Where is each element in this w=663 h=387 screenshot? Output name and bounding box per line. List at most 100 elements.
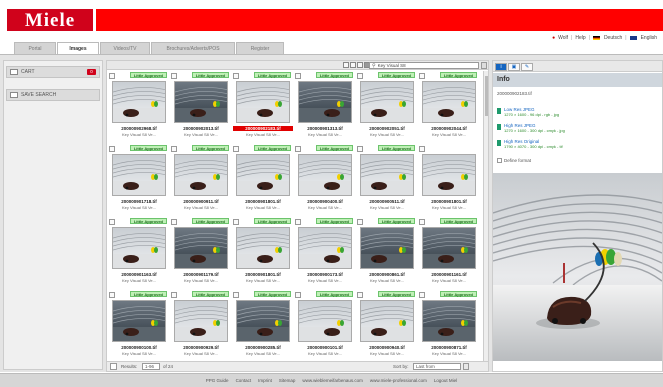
footer-link-site-two[interactable]: www.miele-professional.com [370,378,427,383]
thumbnail-checkbox[interactable] [233,73,239,79]
tab-images[interactable]: Images [57,42,99,54]
thumbnail-item[interactable]: Little Approved 200000902051.tif Key Visua… [357,72,417,142]
footer-link-imprint[interactable]: Imprint [258,378,272,383]
thumbnail-item[interactable]: Little Approved 200000902044.tif Key Visua… [419,72,479,142]
thumbnail-image[interactable] [174,300,228,342]
list-view-icon[interactable] [350,62,356,68]
thumbnail-filename[interactable]: 200000902013.tif [171,126,231,131]
thumbnail-item[interactable]: Little Approved 200000901179.tif Key Visua… [171,218,231,288]
thumbnail-item[interactable]: Little Approved 200000900100.tif Key Visua… [109,291,169,361]
thumbnail-filename[interactable]: 200000901161.tif [419,272,479,277]
thumbnail-item[interactable]: Little Approved 200000901161.tif Key Visua… [419,218,479,288]
thumbnail-image[interactable] [236,154,290,196]
footer-link-logout[interactable]: Logout Miel [434,378,457,383]
thumbnail-item[interactable]: Little Approved 200000901163.tif Key Visua… [109,218,169,288]
thumbnail-checkbox[interactable] [295,219,301,225]
thumbnail-filename[interactable]: 200000900871.tif [419,345,479,350]
thumbnail-image[interactable] [174,227,228,269]
tab-portal[interactable]: Portal [14,42,56,54]
thumbnail-image[interactable] [360,300,414,342]
footer-link-ppg-guide[interactable]: PPG Guide [206,378,229,383]
thumbnail-image[interactable] [422,81,476,123]
thumbnail-image[interactable] [298,81,352,123]
thumbnail-image[interactable] [298,300,352,342]
thumbnail-item[interactable]: 200000901801.tif Key Visual S8 Ve... [419,145,479,215]
tab-videos[interactable]: Videos/TV [100,42,150,54]
detail-view-icon[interactable] [357,62,363,68]
thumbnail-checkbox[interactable] [109,73,115,79]
grid-view-icon[interactable] [343,62,349,68]
search-input[interactable]: ⚲ Key Visual S8 [369,62,479,69]
thumbnail-image[interactable] [298,227,352,269]
thumbnail-item[interactable]: Little Approved 200000902968.tif Key Visua… [109,72,169,142]
thumbnail-filename[interactable]: 200000900861.tif [357,272,417,277]
thumbnail-item[interactable]: Little Approved 200000902013.tif Key Visua… [171,72,231,142]
thumbnail-image[interactable] [112,81,166,123]
thumbnail-item[interactable]: Little Approved 200000900400.tif Key Visua… [295,145,355,215]
thumbnail-filename[interactable]: 200000900911.tif [171,199,231,204]
thumbnail-image[interactable] [236,81,290,123]
thumbnail-item[interactable]: Little Approved 200000902183.tif Key Visua… [233,72,293,142]
thumbnail-filename[interactable]: 200000901179.tif [171,272,231,277]
lang-en-link[interactable]: English [641,35,657,41]
footer-link-contact[interactable]: Contact [236,378,252,383]
thumbnail-item[interactable]: Little Approved 200000900285.tif Key Visua… [233,291,293,361]
thumbnail-filename[interactable]: 200000900400.tif [295,199,355,204]
sort-select[interactable]: Last from [413,363,461,370]
thumbnail-image[interactable] [112,300,166,342]
thumbnail-image[interactable] [360,154,414,196]
thumbnail-filename[interactable]: 200000901801.tif [233,199,293,204]
thumbnail-checkbox[interactable] [171,73,177,79]
save-search-button[interactable]: SAVE SEARCH [6,89,100,101]
thumbnail-filename[interactable]: 200000901801.tif [419,199,479,204]
thumbnail-image[interactable] [422,227,476,269]
thumbnail-checkbox[interactable] [357,219,363,225]
thumbnail-image[interactable] [298,154,352,196]
thumbnail-checkbox[interactable] [171,219,177,225]
cart-button[interactable]: CART 0 [6,66,100,78]
scrollbar-thumb[interactable] [485,76,488,116]
thumbnail-item[interactable]: Little Approved 200000900929.tif Key Visua… [171,291,231,361]
thumbnail-filename[interactable]: 200000902183.tif [233,126,293,131]
results-scrollbar[interactable] [483,71,488,361]
thumbnail-item[interactable]: Little Approved 200000900861.tif Key Visua… [357,218,417,288]
thumbnail-item[interactable]: Little Approved 200000901313.tif Key Visua… [295,72,355,142]
info-tab-icon[interactable]: i [495,63,507,71]
footer-link-site-one[interactable]: www.wieblemeifarbenaus.com [302,378,363,383]
thumbnail-filename[interactable]: 200000902044.tif [419,126,479,131]
thumbnail-filename[interactable]: 200000901801.tif [233,272,293,277]
thumbnail-filename[interactable]: 200000900940.tif [357,345,417,350]
thumbnail-image[interactable] [422,300,476,342]
thumbnail-item[interactable]: Little Approved 200000901718.tif Key Visua… [109,145,169,215]
edit-tab-icon[interactable]: ✎ [521,63,533,71]
thumbnail-image[interactable] [174,81,228,123]
thumbnail-filename[interactable]: 200000902051.tif [357,126,417,131]
thumbnail-item[interactable]: Little Approved 200000900173.tif Key Visua… [295,218,355,288]
thumbnail-filename[interactable]: 200000900929.tif [171,345,231,350]
miele-logo[interactable]: Miele [7,9,93,31]
per-page-select[interactable]: 1-96 [142,363,160,370]
thumbnail-item[interactable]: Little Approved 200000901801.tif Key Visua… [233,218,293,288]
thumbnail-image[interactable] [422,154,476,196]
help-link[interactable]: Help [575,35,585,41]
thumbnail-filename[interactable]: 200000902968.tif [109,126,169,131]
download-original[interactable]: High Res Original 1790 × 4070 - 300 dpi … [497,139,563,149]
thumbnail-checkbox[interactable] [109,146,115,152]
tab-register[interactable]: Register [236,42,284,54]
thumbnail-checkbox[interactable] [357,292,363,298]
thumbnail-image[interactable] [360,81,414,123]
thumbnail-filename[interactable]: 200000900511.tif [357,199,417,204]
thumbnail-checkbox[interactable] [357,146,363,152]
thumbnail-checkbox[interactable] [295,146,301,152]
search-button[interactable] [481,62,487,69]
thumbnail-checkbox[interactable] [233,219,239,225]
thumbnail-checkbox[interactable] [419,146,425,152]
thumbnail-checkbox[interactable] [171,146,177,152]
thumbnail-checkbox[interactable] [357,73,363,79]
thumbnail-filename[interactable]: 200000901718.tif [109,199,169,204]
thumbnail-filename[interactable]: 200000900173.tif [295,272,355,277]
thumbnail-checkbox[interactable] [233,292,239,298]
thumbnail-item[interactable]: Little Approved 200000900511.tif Key Visua… [357,145,417,215]
thumbnail-image[interactable] [236,300,290,342]
thumbnail-image[interactable] [112,227,166,269]
